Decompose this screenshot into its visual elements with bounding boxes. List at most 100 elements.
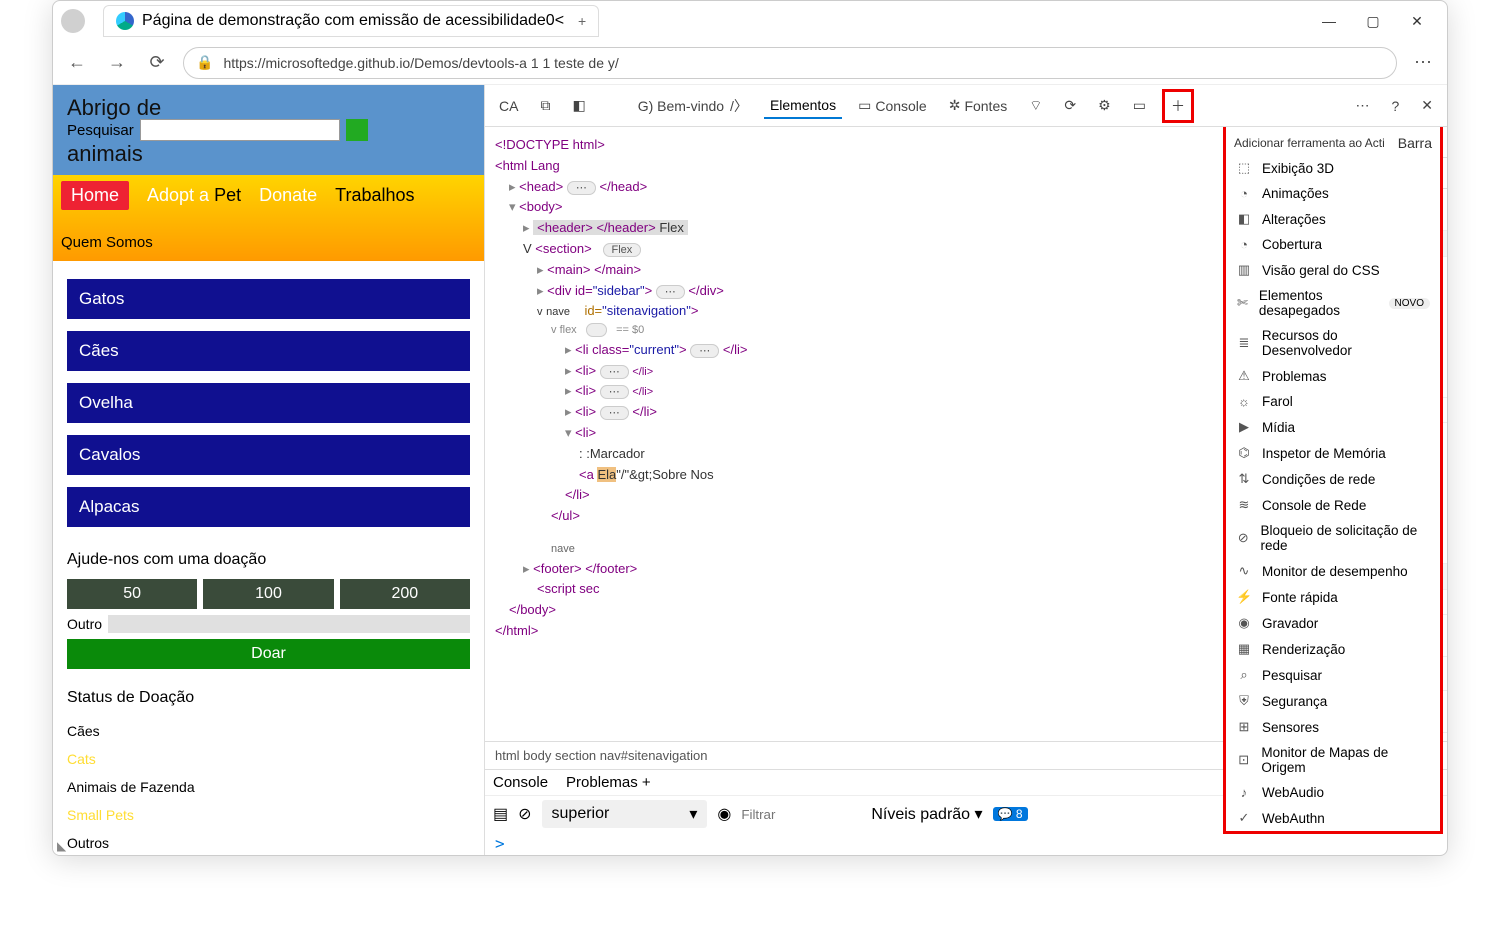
log-levels[interactable]: Níveis padrão ▾ [871, 804, 982, 824]
amount-button[interactable]: 50 [67, 579, 197, 609]
tool-menu-item[interactable]: ▶Mídia [1226, 414, 1440, 440]
back-button[interactable]: ← [63, 49, 91, 77]
tool-menu-item[interactable]: ♪WebAudio [1226, 780, 1440, 805]
demo-page: Abrigo de Pesquisar animais Home Adopt a… [53, 85, 484, 855]
tool-menu-item[interactable]: ⊡Monitor de Mapas de Origem [1226, 740, 1440, 780]
profile-avatar[interactable] [61, 9, 85, 33]
tool-menu-item[interactable]: ⊞Sensores [1226, 714, 1440, 740]
tab-console[interactable]: ▭ Console [852, 93, 933, 118]
tool-menu-item[interactable]: ⬚Exibição 3D [1226, 155, 1440, 181]
main-nav: Home Adopt a Pet Donate Trabalhos Quem S… [53, 175, 484, 261]
nav-donate[interactable]: Donate [259, 185, 317, 206]
tool-icon: ≋ [1236, 497, 1252, 513]
tool-menu-item[interactable]: ◔ Cobertura [1226, 232, 1440, 257]
tool-icon: ◔ [1236, 237, 1252, 252]
tool-menu-item[interactable]: ◧Alterações [1226, 206, 1440, 232]
window-close[interactable]: ✕ [1395, 6, 1439, 36]
other-input[interactable] [108, 615, 470, 633]
tool-menu-item[interactable]: ⚡Fonte rápida [1226, 584, 1440, 610]
nav-jobs[interactable]: Trabalhos [335, 185, 414, 206]
tool-menu-item[interactable]: ◔Animações [1226, 181, 1440, 206]
perf-icon[interactable]: ⟳ [1058, 93, 1082, 118]
sidebar-toggle-icon[interactable]: ▤ [493, 804, 508, 824]
nav-adopt[interactable]: Adopt a Pet [147, 185, 241, 206]
window-maximize[interactable]: ▢ [1351, 6, 1395, 36]
donate-title: Ajude-nos com uma doação [67, 551, 470, 569]
tool-menu-item[interactable]: ≣Recursos do Desenvolvedor [1226, 323, 1440, 363]
tab-welcome[interactable]: G) Bem-vindo/〉 [632, 92, 754, 120]
close-devtools[interactable]: ✕ [1415, 93, 1439, 118]
window-minimize[interactable]: — [1307, 6, 1351, 36]
more-button[interactable]: ⋯ [1349, 93, 1375, 118]
tool-menu-item[interactable]: ≋Console de Rede [1226, 492, 1440, 518]
nav-home[interactable]: Home [61, 181, 129, 210]
eye-icon[interactable]: ◉ [717, 804, 731, 824]
reload-button[interactable]: ⟳ [143, 49, 171, 77]
tool-menu-item[interactable]: ⊘Bloqueio de solicitação de rede [1226, 518, 1440, 558]
status-title: Status de Doação [67, 689, 470, 707]
drawer-tab-problems[interactable]: Problemas + [566, 774, 651, 791]
tool-icon: ☼ [1236, 394, 1252, 409]
clear-icon[interactable]: ⊘ [518, 804, 531, 824]
tool-menu-item[interactable]: ⌬Inspetor de Memória [1226, 440, 1440, 466]
add-tool-button[interactable]: ＋ [1162, 89, 1194, 123]
issues-badge[interactable]: 💬 8 [993, 807, 1028, 821]
category-button[interactable]: Cães [67, 331, 470, 371]
search-input[interactable] [140, 119, 340, 141]
browser-tab[interactable]: Página de demonstração com emissão de ac… [103, 5, 599, 37]
drawer-tab-console[interactable]: Console [493, 774, 548, 791]
forward-button[interactable]: → [103, 49, 131, 77]
settings-icon[interactable]: ⚙ [1092, 93, 1117, 118]
tool-label: Monitor de Mapas de Origem [1261, 745, 1430, 775]
url-box[interactable]: 🔒 https://microsoftedge.github.io/Demos/… [183, 47, 1397, 79]
dock-toggle[interactable]: ◧ [566, 93, 591, 118]
address-bar: ← → ⟳ 🔒 https://microsoftedge.github.io/… [53, 41, 1447, 85]
context-selector[interactable]: superior▾ [542, 800, 708, 828]
panel-icon[interactable]: ▭ [1127, 93, 1152, 118]
tool-icon: ⇅ [1236, 471, 1252, 487]
tool-label: Bloqueio de solicitação de rede [1260, 523, 1430, 553]
amount-button[interactable]: 200 [340, 579, 470, 609]
help-button[interactable]: ? [1385, 94, 1405, 118]
category-button[interactable]: Cavalos [67, 435, 470, 475]
add-tool-menu: Adicionar ferramenta ao Acti Barra ⬚Exib… [1223, 127, 1443, 834]
tool-label: Cobertura [1262, 237, 1322, 252]
tool-label: WebAudio [1262, 785, 1324, 800]
inspect-button[interactable]: CA [493, 94, 524, 118]
console-filter[interactable] [741, 807, 861, 822]
new-badge: NOVO [1389, 298, 1430, 309]
tab-plus[interactable]: + [578, 13, 586, 29]
status-row: Outros [67, 829, 470, 855]
console-prompt[interactable]: > [485, 832, 1447, 855]
menu-button[interactable]: ⋯ [1409, 49, 1437, 77]
tool-menu-item[interactable]: ▥Visão geral do CSS [1226, 257, 1440, 283]
tool-menu-item[interactable]: ⛨Segurança [1226, 688, 1440, 714]
tool-menu-item[interactable]: ☼ Farol [1226, 389, 1440, 414]
tab-elements[interactable]: Elementos [764, 93, 842, 119]
tool-menu-item[interactable]: ⇅Condições de rede [1226, 466, 1440, 492]
tool-menu-item[interactable]: ⌕Pesquisar [1226, 662, 1440, 688]
tool-menu-item[interactable]: ✓WebAuthn [1226, 805, 1440, 831]
tool-menu-item[interactable]: ▦Renderização [1226, 636, 1440, 662]
tool-label: Farol [1262, 394, 1293, 409]
tool-menu-item[interactable]: ∿Monitor de desempenho [1226, 558, 1440, 584]
tool-icon: ▶ [1236, 419, 1252, 435]
tool-label: Exibição 3D [1262, 161, 1334, 176]
nav-about[interactable]: Quem Somos [61, 234, 476, 251]
tab-sources[interactable]: ✲ Fontes [943, 93, 1014, 118]
tool-label: Gravador [1262, 616, 1318, 631]
category-button[interactable]: Ovelha [67, 383, 470, 423]
menu-header: Adicionar ferramenta ao Acti [1234, 136, 1385, 150]
tool-label: Recursos do Desenvolvedor [1262, 328, 1430, 358]
category-button[interactable]: Gatos [67, 279, 470, 319]
amount-button[interactable]: 100 [203, 579, 333, 609]
tool-menu-item[interactable]: ◉Gravador [1226, 610, 1440, 636]
tool-menu-item[interactable]: ✄Elementos desapegadosNOVO [1226, 283, 1440, 323]
search-go-button[interactable] [346, 119, 368, 141]
donate-button[interactable]: Doar [67, 639, 470, 669]
tool-menu-item[interactable]: ⚠Problemas [1226, 363, 1440, 389]
category-button[interactable]: Alpacas [67, 487, 470, 527]
device-toggle[interactable]: ⧉ [534, 93, 556, 118]
wifi-icon[interactable]: ⌔ [1023, 93, 1048, 119]
tool-icon: ▥ [1236, 262, 1252, 278]
